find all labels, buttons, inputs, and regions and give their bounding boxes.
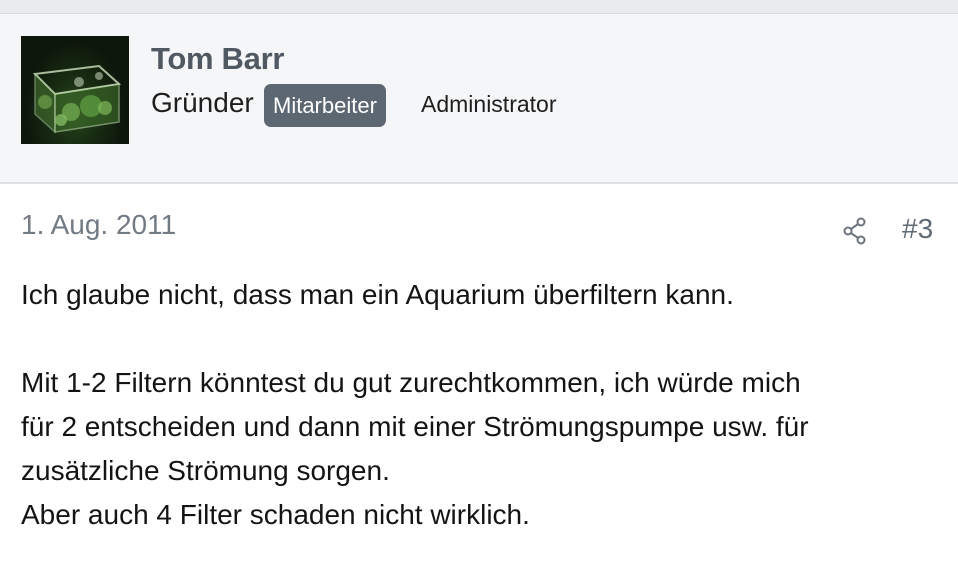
author-username[interactable]: Tom Barr — [151, 41, 284, 77]
post-date-link[interactable]: 1. Aug. 2011 — [21, 209, 176, 241]
post-paragraph: zusätzliche Strömung sorgen. — [21, 455, 390, 486]
author-role: Administrator — [421, 91, 557, 117]
post-body: Ich glaube nicht, dass man ein Aquarium … — [21, 273, 941, 537]
post-paragraph: Ich glaube nicht, dass man ein Aquarium … — [21, 279, 734, 310]
top-divider — [0, 0, 958, 14]
share-icon[interactable] — [842, 217, 868, 245]
aquarium-avatar-image — [21, 36, 129, 144]
post-paragraph: Mit 1-2 Filtern könntest du gut zurechtk… — [21, 367, 801, 398]
post-number-link[interactable]: #3 — [902, 213, 933, 245]
user-avatar[interactable] — [21, 36, 129, 144]
post-paragraph: für 2 entscheiden und dann mit einer Str… — [21, 411, 809, 442]
post-author-header: Tom Barr Gründer Mitarbeiter Administrat… — [0, 14, 958, 184]
post-paragraph: Aber auch 4 Filter schaden nicht wirklic… — [21, 499, 530, 530]
author-user-title: Gründer — [151, 87, 254, 118]
staff-badge: Mitarbeiter — [264, 84, 386, 127]
